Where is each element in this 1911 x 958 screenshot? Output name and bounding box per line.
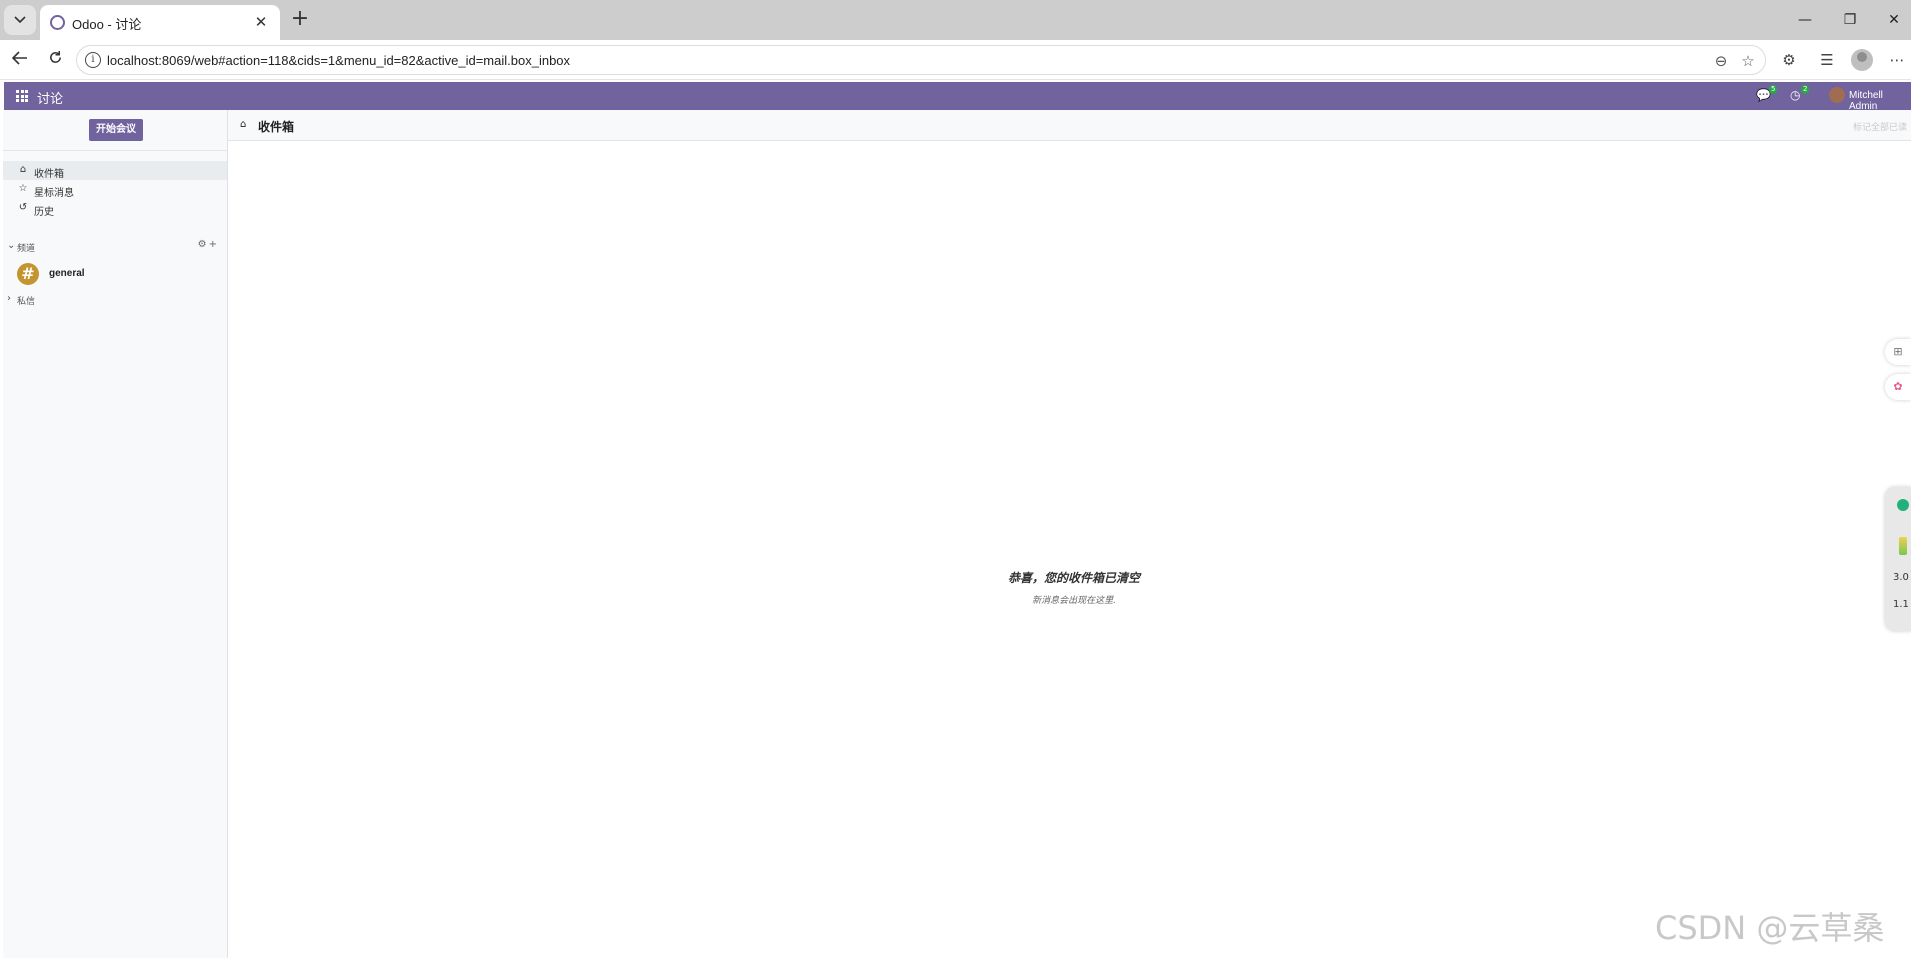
close-window-button[interactable]: ✕ <box>1880 8 1908 32</box>
zoom-out-icon[interactable]: ⊖ <box>1711 51 1731 71</box>
activities-clock-icon[interactable]: ◷ <box>1790 88 1800 102</box>
sidebar-item-starred[interactable]: ☆ 星标消息 <box>3 180 227 199</box>
add-channel-icon[interactable]: + <box>209 239 219 250</box>
app-name[interactable]: 讨论 <box>37 88 63 107</box>
channel-item-general[interactable]: # general <box>3 260 227 288</box>
arrow-left-icon <box>11 51 27 65</box>
direct-messages-category[interactable]: › 私信 <box>3 292 227 308</box>
monitor-value-1: 3.0 <box>1893 572 1909 583</box>
thread-title: 收件箱 <box>258 120 295 134</box>
history-icon: ↺ <box>18 202 28 213</box>
address-bar[interactable]: i localhost:8069/web#action=118&cids=1&m… <box>76 45 1766 75</box>
inbox-icon: ⌂ <box>19 164 27 175</box>
user-name[interactable]: Mitchell Admin <box>1849 90 1911 112</box>
channel-name: general <box>49 268 85 279</box>
messages-badge: 5 <box>1769 85 1778 94</box>
empty-inbox-subtitle: 新消息会出现在这里. <box>1032 596 1116 606</box>
sidebar-item-label: 历史 <box>34 207 54 218</box>
channels-category[interactable]: ⌄ 频道 ⚙+ <box>3 239 227 255</box>
back-button[interactable] <box>7 48 33 72</box>
browser-tabstrip: Odoo - 讨论 ✕ + — ❐ ✕ <box>0 0 1911 40</box>
monitor-value-2: 1.1 <box>1893 599 1909 610</box>
apps-menu-icon[interactable] <box>16 90 28 102</box>
restore-button[interactable]: ❐ <box>1836 8 1864 32</box>
discuss-sidebar: 开始会议 ⌂ 收件箱 ☆ 星标消息 ↺ 历史 ⌄ 频道 ⚙+ # general… <box>3 110 228 958</box>
chevron-down-icon <box>14 16 26 24</box>
floating-monitor-panel[interactable]: 3.0 1.1 <box>1885 487 1911 631</box>
new-tab-button[interactable]: + <box>288 8 312 32</box>
sidebar-item-inbox[interactable]: ⌂ 收件箱 <box>3 161 227 180</box>
tab-close-icon[interactable]: ✕ <box>250 11 272 33</box>
sidebar-item-label: 星标消息 <box>34 188 74 199</box>
odoo-navbar: 讨论 💬 5 ◷ 2 Mitchell Admin <box>4 82 1911 112</box>
watermark: CSDN @云草桑 <box>1655 909 1885 947</box>
reload-icon <box>49 50 61 63</box>
tab-list-button[interactable] <box>4 5 36 35</box>
start-meeting-button[interactable]: 开始会议 <box>89 119 143 141</box>
status-dot-icon <box>1897 499 1909 511</box>
odoo-favicon-icon <box>50 15 65 30</box>
empty-inbox-title: 恭喜，您的收件箱已清空 <box>1007 571 1140 585</box>
translate-widget-icon[interactable]: ✿ <box>1885 374 1911 400</box>
user-avatar[interactable] <box>1829 87 1845 103</box>
sidebar-item-history[interactable]: ↺ 历史 <box>3 199 227 218</box>
browser-tab-active[interactable]: Odoo - 讨论 ✕ <box>40 5 280 40</box>
gauge-bar-icon <box>1899 537 1907 555</box>
settings-gear-icon[interactable]: ⚙ <box>198 239 209 250</box>
channels-label: 频道 <box>17 244 36 254</box>
activities-badge: 2 <box>1801 85 1810 94</box>
star-icon: ☆ <box>18 183 28 194</box>
channel-avatar: # <box>17 263 39 285</box>
inbox-icon: ⌂ <box>240 119 247 130</box>
browser-profile-avatar[interactable] <box>1851 49 1873 71</box>
favorite-star-icon[interactable]: ☆ <box>1738 51 1758 71</box>
browser-toolbar: i localhost:8069/web#action=118&cids=1&m… <box>0 40 1911 80</box>
chevron-right-icon[interactable]: › <box>7 293 11 304</box>
tab-title: Odoo - 讨论 <box>72 17 142 32</box>
url-text[interactable]: localhost:8069/web#action=118&cids=1&men… <box>107 53 570 68</box>
chevron-down-icon[interactable]: ⌄ <box>7 240 15 251</box>
thread-header: ⌂ 收件箱 标记全部已读 <box>228 110 1911 141</box>
minimize-button[interactable]: — <box>1791 8 1819 32</box>
extensions-icon[interactable]: ⚙ <box>1777 48 1801 72</box>
more-menu-icon[interactable]: ⋯ <box>1885 48 1909 72</box>
favorites-icon[interactable]: ☰ <box>1815 48 1839 72</box>
qr-widget-icon[interactable]: ⊞ <box>1885 339 1911 365</box>
reload-button[interactable] <box>42 48 68 72</box>
mark-all-read-button[interactable]: 标记全部已读 <box>1853 120 1907 133</box>
direct-messages-label: 私信 <box>17 297 36 307</box>
sidebar-item-label: 收件箱 <box>34 169 64 180</box>
sidebar-divider <box>3 150 227 151</box>
site-info-icon[interactable]: i <box>85 52 101 68</box>
